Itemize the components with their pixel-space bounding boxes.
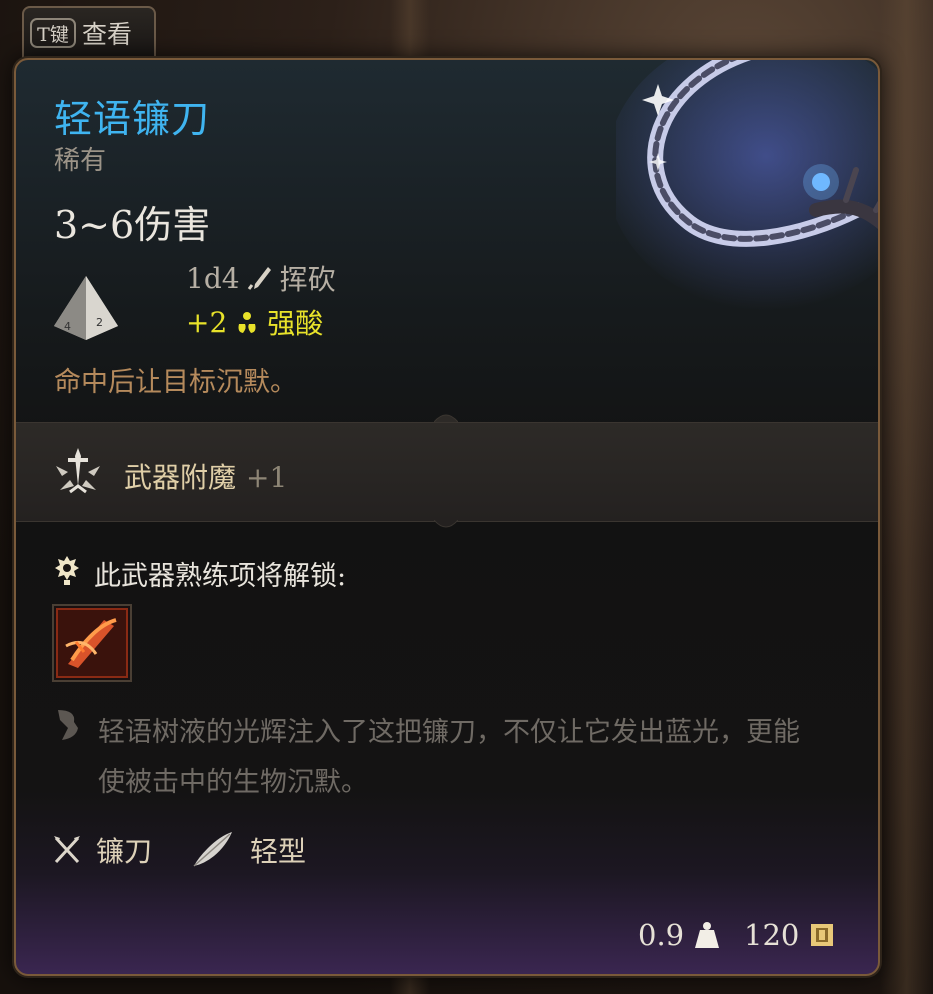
damage-dice: 1d4 (186, 261, 240, 295)
enchant-row: 武器附魔 +1 (124, 456, 287, 496)
weapon-enchant-icon (56, 448, 100, 494)
proficiency-icon (55, 556, 79, 585)
damage-type: 挥砍 (279, 263, 336, 296)
slash-skill-icon (56, 608, 128, 678)
enchant-value: +1 (246, 461, 288, 494)
feather-icon (193, 832, 232, 867)
proficiency-skill-slot[interactable] (52, 604, 132, 682)
tag-sickle: 镰刀 (52, 830, 152, 870)
item-tooltip: 轻语镰刀 稀有 3~6伤害 4 2 1d4 挥砍 +2 强酸 命中后让目标沉默。… (14, 58, 880, 976)
damage-line-bonus: +2 强酸 (186, 302, 323, 342)
inspect-hotkey-tab[interactable]: T键 查看 (22, 6, 156, 58)
lore-description: 轻语树液的光辉注入了这把镰刀，不仅让它发出蓝光，更能使被击中的生物沉默。 (98, 717, 800, 798)
item-rarity: 稀有 (54, 146, 107, 176)
divider-notch (434, 520, 458, 528)
item-weight: 0.9 (638, 918, 720, 952)
slashing-icon (247, 267, 271, 290)
d4-die-icon: 4 2 (54, 276, 118, 340)
sickle-icon (54, 836, 80, 864)
damage-total: 3~6伤害 (54, 203, 211, 247)
tag-light: 轻型 (190, 830, 306, 870)
proficiency-unlock-label: 此武器熟练项将解锁: (94, 561, 347, 592)
background-streak (880, 0, 933, 994)
hotkey-label: 查看 (82, 20, 133, 49)
price-value: 120 (744, 918, 800, 952)
damage-dice: +2 (186, 305, 228, 339)
coin-icon (811, 924, 834, 946)
weight-value: 0.9 (638, 918, 685, 952)
divider-notch (434, 414, 458, 422)
tag-label: 镰刀 (96, 835, 153, 868)
on-hit-effect: 命中后让目标沉默。 (54, 367, 297, 398)
item-price: 120 (744, 918, 835, 952)
lore-quill-icon (58, 710, 78, 740)
item-name: 轻语镰刀 (54, 97, 211, 141)
enchant-label: 武器附魔 (124, 461, 237, 494)
item-header-section: 轻语镰刀 稀有 3~6伤害 4 2 1d4 挥砍 +2 强酸 命中后让目标沉默。 (16, 60, 878, 420)
weight-icon (695, 922, 720, 948)
acid-icon (238, 312, 256, 333)
damage-type: 强酸 (267, 307, 324, 340)
svg-text:4: 4 (64, 320, 71, 333)
tag-label: 轻型 (250, 835, 307, 868)
hotkey-key: T键 (30, 18, 76, 48)
damage-line-base: 1d4 挥砍 (186, 258, 336, 298)
svg-text:2: 2 (96, 316, 103, 329)
